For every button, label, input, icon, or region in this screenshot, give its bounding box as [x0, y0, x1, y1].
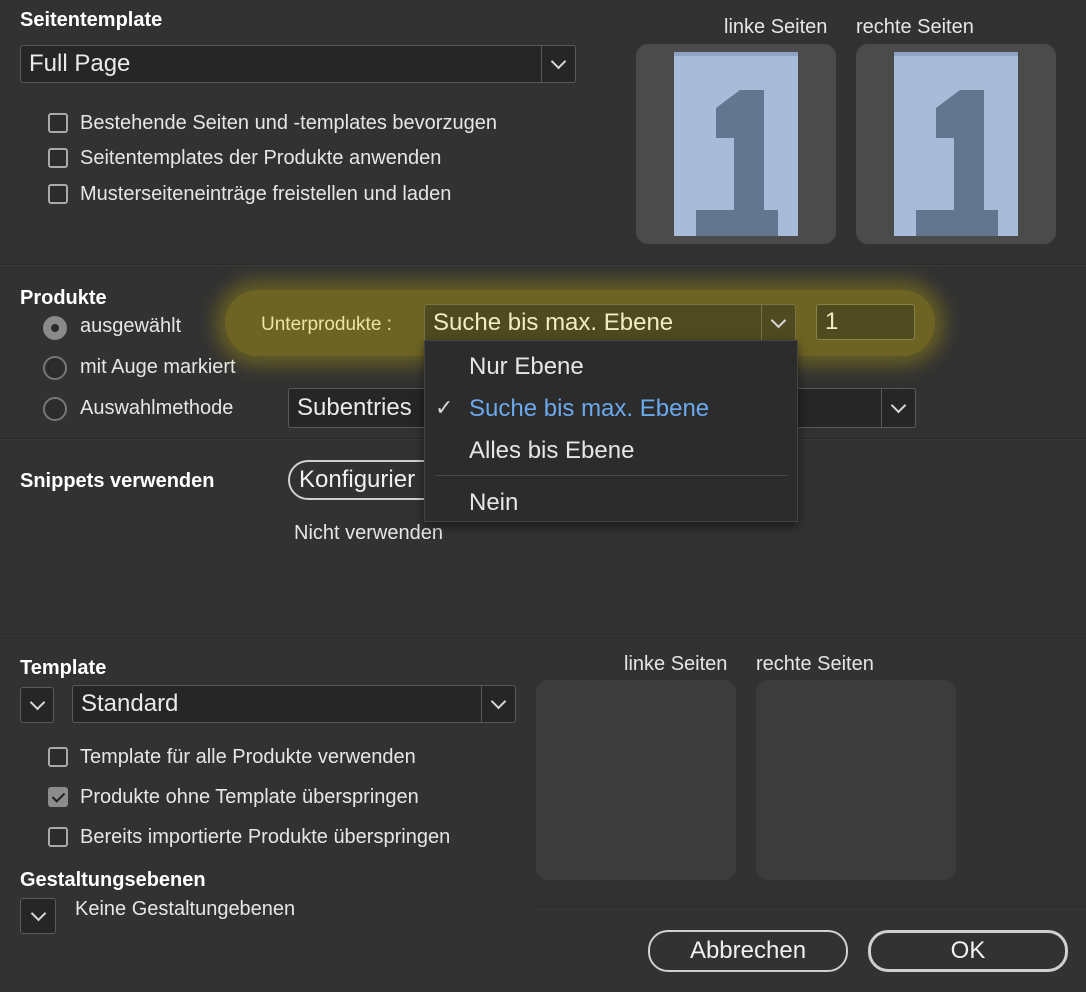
products-title: Produkte: [20, 287, 107, 309]
prefer-existing-pages-checkbox[interactable]: [48, 113, 68, 133]
template-all-products-label: Template für alle Produkte verwenden: [80, 746, 416, 768]
subproducts-dropdown-menu: Nur Ebene ✓ Suche bis max. Ebene Alles b…: [424, 340, 798, 522]
design-layers-title: Gestaltungsebenen: [20, 869, 206, 891]
page-number-1-icon: [696, 90, 778, 236]
radio-eye-marked-label: mit Auge markiert: [80, 356, 236, 378]
skip-without-template-label: Produkte ohne Template überspringen: [80, 786, 419, 808]
menu-item-search-max-level[interactable]: Suche bis max. Ebene: [469, 395, 709, 423]
right-pages-label: rechte Seiten: [856, 16, 974, 38]
section-divider: [0, 264, 1086, 266]
apply-product-templates-label: Seitentemplates der Produkte anwenden: [80, 147, 442, 169]
left-pages-label: linke Seiten: [724, 16, 828, 38]
chevron-down-icon[interactable]: [541, 46, 575, 82]
radio-selection-method-label: Auswahlmethode: [80, 397, 234, 419]
radio-eye-marked[interactable]: [43, 356, 67, 380]
page-thumbnail: [894, 52, 1018, 236]
menu-item-all-to-level[interactable]: Alles bis Ebene: [469, 437, 634, 465]
isolate-master-entries-checkbox[interactable]: [48, 184, 68, 204]
skip-without-template-checkbox[interactable]: [48, 787, 68, 807]
prefer-existing-pages-label: Bestehende Seiten und -templates bevorzu…: [80, 112, 497, 134]
page-template-select[interactable]: Full Page: [20, 45, 576, 83]
template-right-pages-label: rechte Seiten: [756, 653, 874, 675]
subproducts-value: Suche bis max. Ebene: [433, 309, 674, 336]
radio-selected[interactable]: [43, 316, 67, 340]
page-thumbnail: [674, 52, 798, 236]
apply-product-templates-checkbox[interactable]: [48, 148, 68, 168]
cancel-button[interactable]: Abbrechen: [648, 930, 848, 972]
skip-imported-label: Bereits importierte Produkte überspringe…: [80, 826, 451, 848]
level-value: 1: [825, 308, 839, 335]
template-right-page-preview[interactable]: [756, 680, 956, 880]
design-layers-toggle-button[interactable]: [20, 898, 56, 934]
design-layers-value: Keine Gestaltungebenen: [75, 898, 296, 920]
snippets-title: Snippets verwenden: [20, 470, 215, 492]
check-icon: ✓: [435, 395, 454, 420]
menu-item-no[interactable]: Nein: [469, 489, 518, 517]
chevron-down-icon: [30, 905, 46, 922]
chevron-down-icon: [29, 694, 45, 711]
radio-selected-label: ausgewählt: [80, 315, 182, 337]
template-toggle-button[interactable]: [20, 687, 54, 723]
right-page-preview[interactable]: [856, 44, 1056, 244]
chevron-down-icon[interactable]: [761, 305, 795, 341]
left-page-preview[interactable]: [636, 44, 836, 244]
template-left-pages-label: linke Seiten: [624, 653, 728, 675]
section-divider: [0, 634, 1086, 636]
chevron-down-icon[interactable]: [481, 686, 515, 722]
template-left-page-preview[interactable]: [536, 680, 736, 880]
skip-imported-checkbox[interactable]: [48, 827, 68, 847]
radio-selection-method[interactable]: [43, 397, 67, 421]
chevron-down-icon[interactable]: [881, 389, 915, 427]
level-input[interactable]: 1: [816, 304, 915, 340]
template-value: Standard: [81, 690, 179, 717]
isolate-master-entries-label: Musterseiteneinträge freistellen und lad…: [80, 183, 452, 205]
menu-separator: [435, 475, 787, 476]
footer-divider: [536, 906, 1086, 907]
page-number-1-icon: [916, 90, 998, 236]
menu-item-only-level[interactable]: Nur Ebene: [469, 353, 584, 381]
template-title: Template: [20, 657, 107, 679]
snippets-status: Nicht verwenden: [294, 522, 443, 544]
template-select[interactable]: Standard: [72, 685, 516, 723]
page-template-title: Seitentemplate: [20, 9, 163, 31]
template-all-products-checkbox[interactable]: [48, 747, 68, 767]
ok-button[interactable]: OK: [868, 930, 1068, 972]
subproducts-label: Unterprodukte :: [261, 314, 392, 335]
page-template-value: Full Page: [29, 50, 131, 77]
subproducts-select[interactable]: Suche bis max. Ebene: [424, 304, 796, 342]
